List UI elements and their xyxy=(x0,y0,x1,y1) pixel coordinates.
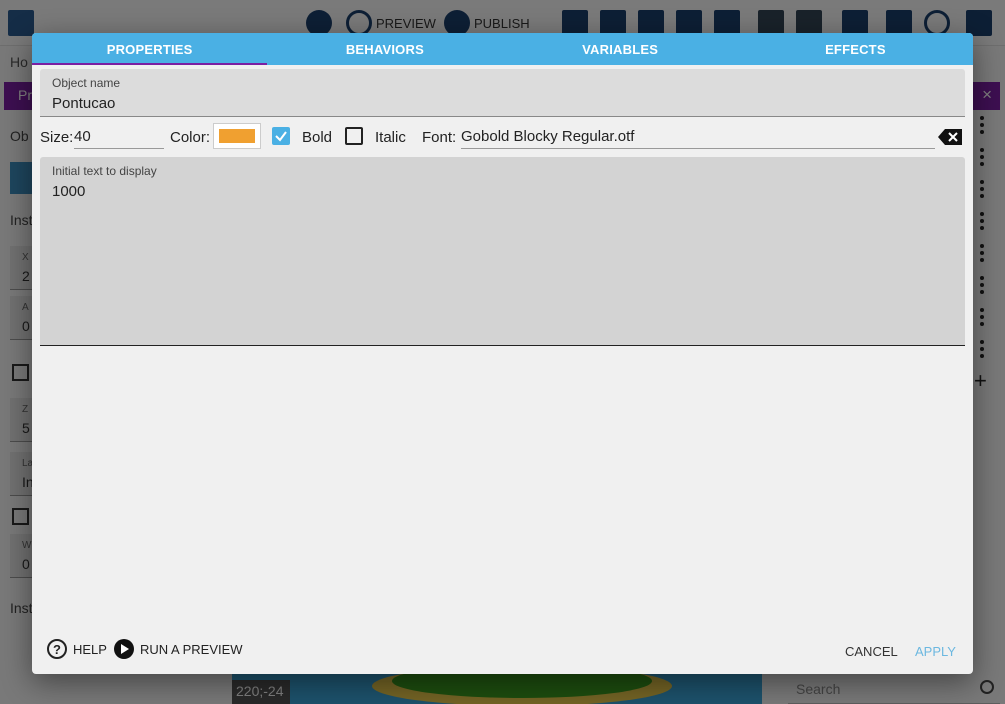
bold-label: Bold xyxy=(302,129,333,146)
cancel-button[interactable]: CANCEL xyxy=(845,644,898,659)
tab-effects[interactable]: EFFECTS xyxy=(738,33,973,65)
bold-checkbox[interactable] xyxy=(272,127,290,145)
initial-text-value[interactable]: 1000 xyxy=(52,183,85,200)
play-icon xyxy=(114,639,134,659)
help-button[interactable]: ? HELP xyxy=(47,639,107,659)
italic-label: Italic xyxy=(375,129,406,146)
run-preview-label: RUN A PREVIEW xyxy=(140,641,243,657)
text-options-row: Size: 40 Color: Bold Italic Font: Gobold… xyxy=(40,123,965,151)
help-icon: ? xyxy=(47,639,67,659)
object-name-value[interactable]: Pontucao xyxy=(52,95,115,112)
run-preview-button[interactable]: RUN A PREVIEW xyxy=(114,639,243,659)
italic-checkbox[interactable] xyxy=(345,127,363,145)
tab-behaviors[interactable]: BEHAVIORS xyxy=(267,33,502,65)
font-input[interactable]: Gobold Blocky Regular.otf xyxy=(461,125,935,149)
apply-button[interactable]: APPLY xyxy=(915,644,956,659)
size-label: Size: xyxy=(40,129,74,146)
color-picker[interactable] xyxy=(213,123,261,149)
dialog-footer: ? HELP RUN A PREVIEW CANCEL APPLY xyxy=(32,635,973,665)
object-name-field[interactable]: Object name Pontucao xyxy=(40,69,965,117)
tab-properties[interactable]: PROPERTIES xyxy=(32,33,268,65)
size-input[interactable]: 40 xyxy=(74,125,164,149)
initial-text-field[interactable]: Initial text to display 1000 xyxy=(40,157,965,346)
initial-text-label: Initial text to display xyxy=(52,164,157,178)
object-editor-dialog: PROPERTIES BEHAVIORS VARIABLES EFFECTS O… xyxy=(32,33,973,674)
font-label: Font: xyxy=(422,129,457,146)
color-swatch-fill xyxy=(219,129,255,143)
help-label: HELP xyxy=(73,641,107,657)
checkmark-icon xyxy=(275,131,287,142)
clear-font-icon[interactable] xyxy=(938,129,962,145)
object-name-label: Object name xyxy=(52,76,121,90)
color-label: Color: xyxy=(170,129,211,146)
tab-variables[interactable]: VARIABLES xyxy=(503,33,738,65)
dialog-tabs: PROPERTIES BEHAVIORS VARIABLES EFFECTS xyxy=(32,33,973,65)
